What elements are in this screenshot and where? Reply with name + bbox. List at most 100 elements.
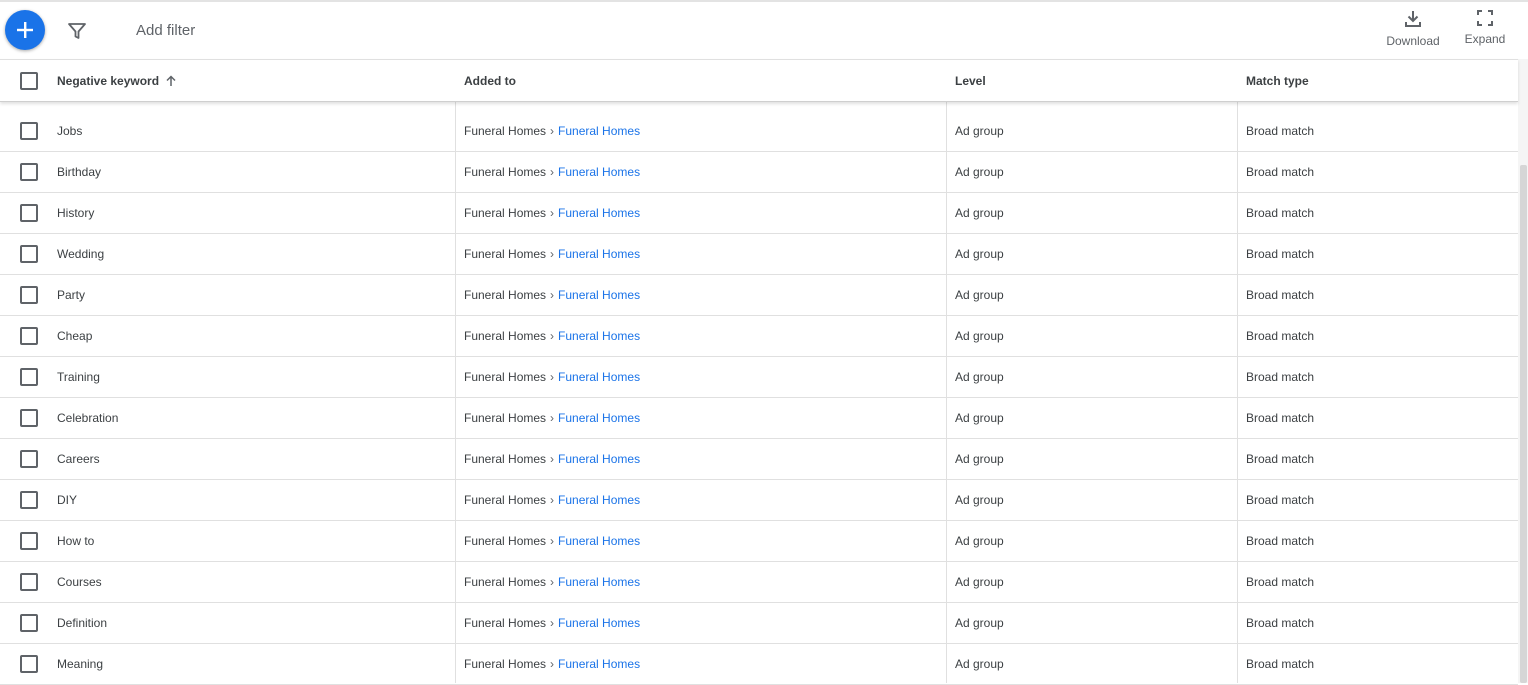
row-select-cell — [20, 111, 38, 151]
match-type-cell: Broad match — [1246, 288, 1315, 302]
select-all-cell — [20, 60, 38, 101]
keyword-cell: Cheap — [57, 329, 93, 343]
row-checkbox[interactable] — [20, 409, 38, 427]
ad-group-link[interactable]: Funeral Homes — [558, 288, 640, 302]
breadcrumb-separator: › — [550, 206, 555, 220]
table-row[interactable]: How to Funeral Homes › Funeral Homes Ad grou… — [0, 521, 1518, 562]
row-checkbox[interactable] — [20, 163, 38, 181]
table-row[interactable]: History Funeral Homes › Funeral Homes Ad gro… — [0, 193, 1518, 234]
added-to-cell: Funeral Homes › Funeral Homes — [464, 111, 640, 151]
row-checkbox[interactable] — [20, 204, 38, 222]
keyword-cell: Birthday — [57, 165, 102, 179]
ad-group-link[interactable]: Funeral Homes — [558, 411, 640, 425]
breadcrumb-separator: › — [550, 534, 555, 548]
level-cell: Ad group — [955, 411, 1004, 425]
row-checkbox[interactable] — [20, 327, 38, 345]
add-filter-button[interactable]: Add filter — [136, 22, 195, 40]
table-row[interactable]: Cheap Funeral Homes › Funeral Homes Ad group… — [0, 316, 1518, 357]
row-select-cell — [20, 603, 38, 643]
added-to-cell: Funeral Homes › Funeral Homes — [464, 316, 640, 356]
breadcrumb-separator: › — [550, 452, 555, 466]
match-type-cell: Broad match — [1246, 370, 1315, 384]
row-select-cell — [20, 152, 38, 192]
row-checkbox[interactable] — [20, 532, 38, 550]
campaign-name: Funeral Homes — [464, 247, 547, 261]
ad-group-link[interactable]: Funeral Homes — [558, 616, 640, 630]
header-spacer — [0, 102, 1518, 111]
match-type-cell: Broad match — [1246, 247, 1315, 261]
ad-group-link[interactable]: Funeral Homes — [558, 165, 640, 179]
row-checkbox[interactable] — [20, 450, 38, 468]
ad-group-link[interactable]: Funeral Homes — [558, 534, 640, 548]
table-row[interactable]: Birthday Funeral Homes › Funeral Homes Ad gr… — [0, 152, 1518, 193]
breadcrumb-separator: › — [550, 616, 555, 630]
keyword-cell: Definition — [57, 616, 108, 630]
row-select-cell — [20, 234, 38, 274]
ad-group-link[interactable]: Funeral Homes — [558, 206, 640, 220]
keyword-cell: Celebration — [57, 411, 119, 425]
table-row[interactable]: Courses Funeral Homes › Funeral Homes Ad gro… — [0, 562, 1518, 603]
added-to-cell: Funeral Homes › Funeral Homes — [464, 234, 640, 274]
level-cell: Ad group — [955, 288, 1004, 302]
table-row[interactable]: Celebration Funeral Homes › Funeral Homes Ad… — [0, 398, 1518, 439]
level-cell: Ad group — [955, 657, 1004, 671]
ad-group-link[interactable]: Funeral Homes — [558, 370, 640, 384]
breadcrumb-separator: › — [550, 288, 555, 302]
level-cell: Ad group — [955, 206, 1004, 220]
filter-icon[interactable] — [67, 21, 87, 41]
keyword-cell: Careers — [57, 452, 100, 466]
row-checkbox[interactable] — [20, 614, 38, 632]
breadcrumb-separator: › — [550, 165, 555, 179]
table-row[interactable]: Definition Funeral Homes › Funeral Homes Ad … — [0, 603, 1518, 644]
table-row[interactable]: DIY Funeral Homes › Funeral Homes Ad group Br… — [0, 480, 1518, 521]
download-button[interactable]: Download — [1382, 10, 1444, 48]
row-checkbox[interactable] — [20, 245, 38, 263]
row-checkbox[interactable] — [20, 368, 38, 386]
match-type-cell: Broad match — [1246, 329, 1315, 343]
expand-button[interactable]: Expand — [1460, 10, 1510, 46]
column-header-negative-keyword[interactable]: Negative keyword — [57, 60, 177, 101]
table-row[interactable]: Party Funeral Homes › Funeral Homes Ad group… — [0, 275, 1518, 316]
column-header-level[interactable]: Level — [955, 60, 986, 101]
row-checkbox[interactable] — [20, 286, 38, 304]
scrollbar-thumb[interactable] — [1520, 165, 1527, 683]
row-checkbox[interactable] — [20, 122, 38, 140]
expand-icon — [1477, 10, 1493, 26]
row-select-cell — [20, 521, 38, 561]
ad-group-link[interactable]: Funeral Homes — [558, 247, 640, 261]
row-select-cell — [20, 193, 38, 233]
ad-group-link[interactable]: Funeral Homes — [558, 329, 640, 343]
download-label: Download — [1386, 34, 1440, 48]
column-header-label: Match type — [1246, 73, 1309, 88]
campaign-name: Funeral Homes — [464, 206, 547, 220]
breadcrumb-separator: › — [550, 329, 555, 343]
level-cell: Ad group — [955, 534, 1004, 548]
column-header-label: Level — [955, 73, 986, 88]
ad-group-link[interactable]: Funeral Homes — [558, 452, 640, 466]
breadcrumb-separator: › — [550, 657, 555, 671]
table-row[interactable]: Meaning Funeral Homes › Funeral Homes Ad gro… — [0, 644, 1518, 685]
ad-group-link[interactable]: Funeral Homes — [558, 657, 640, 671]
table-row[interactable]: Training Funeral Homes › Funeral Homes Ad gr… — [0, 357, 1518, 398]
add-negative-keyword-button[interactable] — [5, 10, 45, 50]
select-all-checkbox[interactable] — [20, 71, 38, 90]
campaign-name: Funeral Homes — [464, 165, 547, 179]
table-row[interactable]: Wedding Funeral Homes › Funeral Homes Ad gro… — [0, 234, 1518, 275]
keyword-cell: Party — [57, 288, 86, 302]
row-checkbox[interactable] — [20, 491, 38, 509]
column-header-added-to[interactable]: Added to — [464, 60, 516, 101]
column-header-match-type[interactable]: Match type — [1246, 60, 1309, 101]
table-row[interactable]: Jobs Funeral Homes › Funeral Homes Ad group B… — [0, 111, 1518, 152]
row-checkbox[interactable] — [20, 655, 38, 673]
breadcrumb-separator: › — [550, 411, 555, 425]
match-type-cell: Broad match — [1246, 452, 1315, 466]
match-type-cell: Broad match — [1246, 411, 1315, 425]
column-header-label: Added to — [464, 73, 516, 88]
table-row[interactable]: Careers Funeral Homes › Funeral Homes Ad gro… — [0, 439, 1518, 480]
ad-group-link[interactable]: Funeral Homes — [558, 124, 640, 138]
ad-group-link[interactable]: Funeral Homes — [558, 575, 640, 589]
ad-group-link[interactable]: Funeral Homes — [558, 493, 640, 507]
row-checkbox[interactable] — [20, 573, 38, 591]
sort-arrow-up-icon[interactable] — [165, 74, 177, 87]
campaign-name: Funeral Homes — [464, 575, 547, 589]
